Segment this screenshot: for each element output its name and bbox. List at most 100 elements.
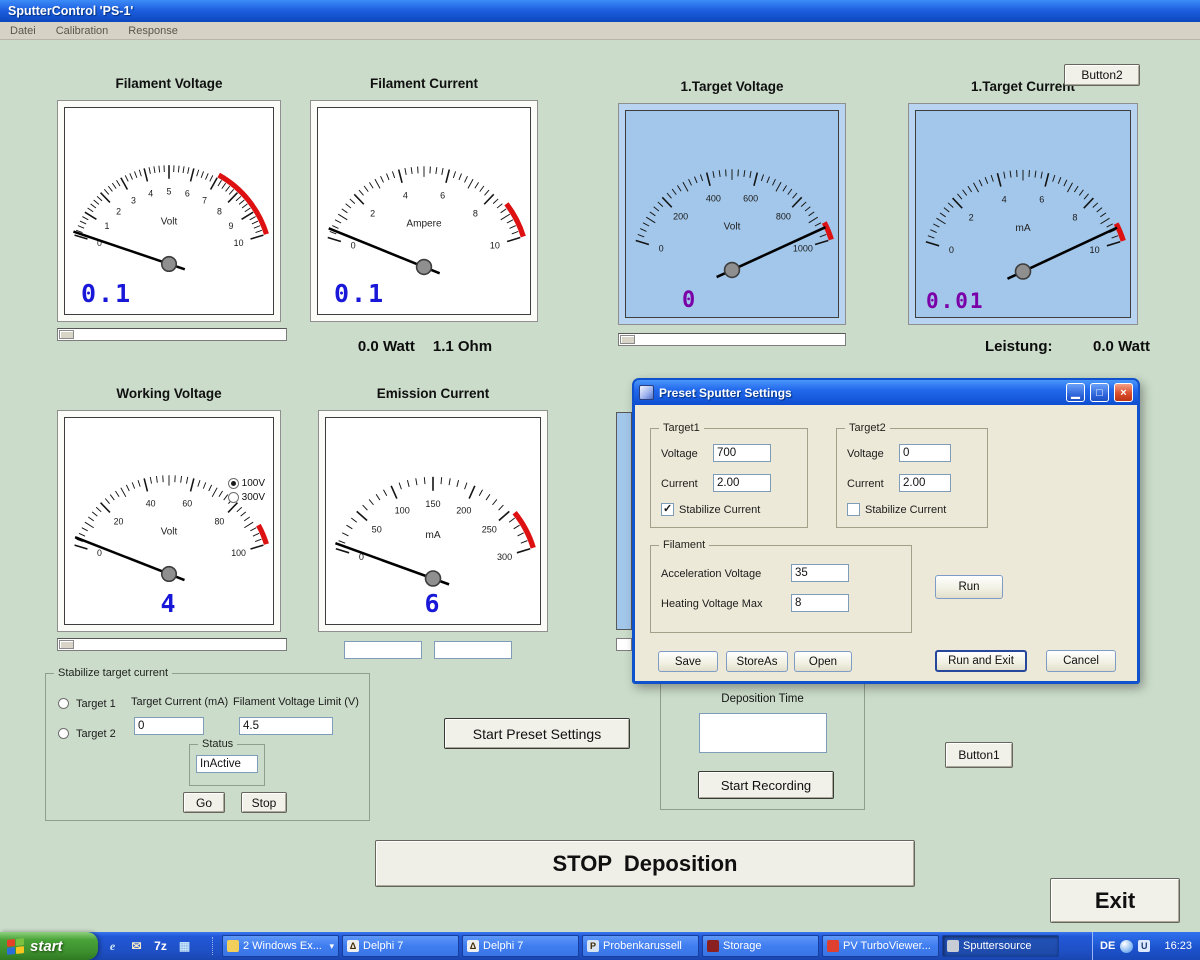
titlebar[interactable]: SputterControl 'PS-1' [0,0,1200,22]
taskbar-task-2[interactable]: ΔDelphi 7 [342,935,459,957]
target2-radio[interactable] [58,728,69,739]
show-desktop-icon[interactable]: ▦ [176,938,193,955]
filament-group-title: Filament [659,539,709,551]
menubar: Datei Calibration Response [0,22,1200,40]
filament-group: Filament Acceleration Voltage 35 Heating… [650,545,912,633]
taskbar-task-1[interactable]: 2 Windows Ex...▾ [222,935,339,957]
open-button[interactable]: Open [794,651,852,672]
meter-unit-label: mA [425,530,440,541]
target-voltage-digital-readout: 0 [682,288,697,313]
deposition-time-input[interactable] [699,713,827,753]
taskbar-task-7[interactable]: Sputtersource [942,935,1059,957]
run-button[interactable]: Run [935,575,1003,599]
stop-deposition-button[interactable]: STOP Deposition [375,840,915,887]
t2-voltage-input[interactable]: 0 [899,444,951,462]
ie-icon[interactable]: e [104,938,121,955]
heating-voltage-input[interactable]: 8 [791,594,849,612]
working-voltage-digital-readout: 4 [65,589,273,618]
start-button[interactable]: start [0,932,98,960]
working-voltage-slider[interactable] [57,638,287,651]
meter-unit-label: Volt [161,216,178,227]
tray-icon-1[interactable] [1120,940,1133,953]
close-icon[interactable]: × [1114,383,1133,402]
emission-field-2[interactable] [434,641,512,659]
store-as-button[interactable]: StoreAs [726,651,788,672]
t2-stabilize-checkbox[interactable] [847,503,860,516]
radio-label: 300V [242,492,265,503]
tray-icon-2[interactable]: U [1138,940,1150,952]
target-current-meter: 0246810mA0.011.Target Current [908,103,1138,325]
deposition-time-label: Deposition Time [661,693,864,705]
cancel-button[interactable]: Cancel [1046,650,1116,672]
meter-pivot [426,571,441,586]
red-zone-arc [219,175,267,234]
minimize-icon[interactable]: ▁ [1066,383,1085,402]
working-voltage-title: Working Voltage [58,386,280,401]
red-zone-arc [506,204,523,237]
t1-voltage-input[interactable]: 700 [713,444,771,462]
hidden-slider-sliver [616,638,632,651]
svg-text:100: 100 [395,505,410,515]
menu-calibration[interactable]: Calibration [56,25,109,37]
emission-field-1[interactable] [344,641,422,659]
go-button[interactable]: Go [183,792,225,813]
dialog-title: Preset Sputter Settings [659,386,1061,400]
taskbar-task-4[interactable]: PProbenkarussell [582,935,699,957]
target-voltage-slider[interactable] [618,333,846,346]
language-indicator[interactable]: DE [1100,940,1115,952]
taskbar-tasks: 2 Windows Ex...▾ΔDelphi 7ΔDelphi 7PProbe… [222,935,1059,957]
t1-current-input[interactable]: 2.00 [713,474,771,492]
voltage-range-radios: 100V 300V [228,478,265,503]
menu-response[interactable]: Response [128,25,178,37]
status-group: Status InActive [189,744,265,786]
red-zone-arc [1116,224,1123,241]
exit-button[interactable]: Exit [1050,878,1180,923]
svg-text:20: 20 [114,517,124,527]
taskbar-task-6[interactable]: PV TurboViewer... [822,935,939,957]
clock: 16:23 [1164,940,1192,952]
svg-text:300: 300 [497,552,512,562]
window-title: SputterControl 'PS-1' [8,4,133,18]
maximize-icon[interactable]: □ [1090,383,1109,402]
filament-current-digital-readout: 0.1 [334,279,385,308]
svg-text:2: 2 [370,209,375,219]
svg-text:0: 0 [351,240,356,250]
radio-100V[interactable]: 100V [228,478,265,489]
mail-icon[interactable]: ✉ [128,938,145,955]
filament-limit-input[interactable]: 4.5 [239,717,333,735]
start-label: start [30,938,63,955]
run-and-exit-button[interactable]: Run and Exit [935,650,1027,672]
stop-button[interactable]: Stop [241,792,287,813]
button1[interactable]: Button1 [945,742,1013,768]
svg-text:600: 600 [743,193,758,203]
filament-voltage-meter: 012345678910Volt0.1Filament Voltage [57,100,281,322]
task-label: Sputtersource [963,940,1031,952]
filament-voltage-slider[interactable] [57,328,287,341]
save-button[interactable]: Save [658,651,718,672]
sevenzip-icon[interactable]: 7z [152,938,169,955]
svg-text:8: 8 [217,207,222,217]
meter-unit-label: mA [1015,223,1030,234]
start-recording-button[interactable]: Start Recording [698,771,834,799]
radio-icon [228,492,239,503]
menu-datei[interactable]: Datei [10,25,36,37]
status-field: InActive [196,755,258,773]
target-current-input[interactable]: 0 [134,717,204,735]
t2-current-input[interactable]: 2.00 [899,474,951,492]
start-preset-settings-button[interactable]: Start Preset Settings [444,718,630,749]
taskbar-task-3[interactable]: ΔDelphi 7 [462,935,579,957]
accel-voltage-input[interactable]: 35 [791,564,849,582]
target-current-digital-readout: 0.01 [926,289,985,313]
dialog-client: Target1 Voltage 700 Current 2.00 Stabili… [635,405,1137,681]
svg-text:80: 80 [215,517,225,527]
taskbar-task-5[interactable]: Storage [702,935,819,957]
meter-pivot [162,567,177,582]
svg-text:200: 200 [456,505,471,515]
target1-radio[interactable] [58,698,69,709]
dialog-titlebar[interactable]: Preset Sputter Settings ▁ □ × [634,380,1138,405]
svg-text:6: 6 [185,189,190,199]
button2[interactable]: Button2 [1064,64,1140,86]
t1-stabilize-checkbox[interactable] [661,503,674,516]
radio-300V[interactable]: 300V [228,492,265,503]
radio-icon [228,478,239,489]
